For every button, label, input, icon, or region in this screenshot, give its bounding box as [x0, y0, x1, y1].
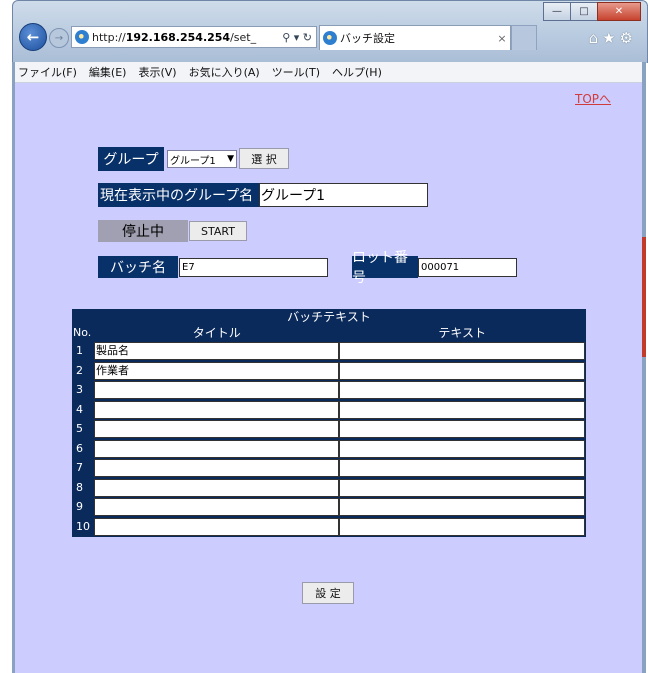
- batch-name-label: バッチ名: [98, 256, 178, 278]
- text-input[interactable]: [339, 381, 585, 399]
- row-number: 7: [76, 461, 83, 474]
- forward-button[interactable]: →: [49, 28, 69, 48]
- row-number: 2: [76, 363, 83, 377]
- lot-number-input[interactable]: 000071: [418, 258, 517, 277]
- row-number: 3: [76, 383, 83, 396]
- header-text: テキスト: [438, 326, 487, 340]
- menu-file[interactable]: ファイル(F): [12, 64, 83, 80]
- address-tools-icons[interactable]: ⚲ ▾ ↻: [282, 31, 316, 44]
- title-input[interactable]: 製品名: [93, 342, 340, 360]
- header-no: No.: [73, 326, 92, 339]
- table-row: 6: [73, 439, 585, 459]
- header-title: タイトル: [192, 326, 241, 340]
- window-controls: — □ ✕: [543, 2, 641, 21]
- group-select[interactable]: グループ1 ▼: [167, 150, 237, 168]
- table-row: 7: [73, 458, 585, 478]
- table-header: No. タイトル テキスト: [73, 325, 585, 341]
- browser-window: — □ ✕ ← → http://192.168.254.254/set_ ⚲ …: [0, 0, 648, 673]
- title-input[interactable]: [93, 420, 340, 438]
- text-input[interactable]: [339, 400, 585, 419]
- title-input[interactable]: [93, 478, 340, 497]
- row-number: 1: [76, 344, 83, 357]
- text-input[interactable]: [339, 517, 585, 536]
- row-number: 4: [76, 402, 83, 416]
- lot-number-label: ロット番号: [352, 250, 418, 286]
- set-button[interactable]: 設 定: [302, 582, 354, 604]
- new-tab-button[interactable]: [511, 25, 537, 50]
- table-row: 10: [73, 517, 585, 537]
- menu-edit[interactable]: 編集(E): [83, 64, 133, 80]
- table-row: 9: [73, 497, 585, 517]
- row-number: 6: [76, 441, 83, 455]
- select-button[interactable]: 選 択: [239, 148, 289, 169]
- table-row: 5: [73, 419, 585, 439]
- tab-ie-icon: [323, 31, 337, 45]
- text-input[interactable]: [339, 361, 585, 380]
- table-row: 8: [73, 478, 585, 498]
- maximize-button[interactable]: □: [570, 2, 598, 21]
- address-bar[interactable]: http://192.168.254.254/set_ ⚲ ▾ ↻: [71, 26, 317, 48]
- title-input[interactable]: [93, 381, 340, 399]
- text-input[interactable]: [339, 498, 585, 516]
- row-number: 9: [76, 500, 83, 513]
- minimize-button[interactable]: —: [543, 2, 571, 21]
- menu-bar: ファイル(F) 編集(E) 表示(V) お気に入り(A) ツール(T) ヘルプ(…: [12, 62, 646, 83]
- table-caption: バッチテキスト: [287, 310, 371, 324]
- back-button[interactable]: ←: [19, 23, 47, 51]
- batch-name-input[interactable]: E7: [179, 258, 328, 277]
- current-group-label: 現在表示中のグループ名: [98, 183, 260, 207]
- table-row: 3: [73, 380, 585, 400]
- table-row: 1 製品名: [73, 341, 585, 361]
- top-link[interactable]: TOPへ: [575, 90, 611, 107]
- menu-favorites[interactable]: お気に入り(A): [183, 64, 266, 80]
- text-input[interactable]: [339, 459, 585, 477]
- status-badge: 停止中: [98, 220, 188, 242]
- title-input[interactable]: [93, 459, 340, 477]
- text-input[interactable]: [339, 439, 585, 458]
- title-input[interactable]: [93, 498, 340, 516]
- group-label: グループ: [98, 147, 164, 171]
- table-row: 2 作業者: [73, 361, 585, 381]
- row-number: 5: [76, 422, 83, 435]
- window-right-edge: [642, 62, 646, 673]
- tab-close-icon[interactable]: ×: [494, 32, 510, 45]
- title-input[interactable]: [93, 439, 340, 458]
- table-row: 4: [73, 400, 585, 420]
- tab-title: バッチ設定: [340, 32, 395, 45]
- table-body: 1 製品名 2 作業者 3 4 5 6 7 8 9 10: [73, 341, 585, 536]
- menu-view[interactable]: 表示(V): [132, 64, 182, 80]
- current-group-value: グループ1: [259, 183, 428, 207]
- group-select-value: グループ1: [170, 155, 216, 167]
- chevron-down-icon: ▼: [227, 154, 234, 164]
- tab-batch-settings[interactable]: バッチ設定 ×: [319, 25, 511, 50]
- close-button[interactable]: ✕: [597, 2, 641, 21]
- edge-accent: [642, 237, 646, 357]
- start-button[interactable]: START: [189, 221, 247, 241]
- batch-text-table: バッチテキスト No. タイトル テキスト 1 製品名 2 作業者 3 4 5 6 7 8 9 10: [72, 309, 586, 537]
- title-input[interactable]: [93, 400, 340, 419]
- text-input[interactable]: [339, 420, 585, 438]
- address-url[interactable]: http://192.168.254.254/set_: [92, 31, 262, 44]
- menu-tools[interactable]: ツール(T): [266, 64, 326, 80]
- title-bar: — □ ✕ ← → http://192.168.254.254/set_ ⚲ …: [12, 0, 648, 63]
- row-number: 8: [76, 480, 83, 494]
- menu-help[interactable]: ヘルプ(H): [326, 64, 388, 80]
- title-input[interactable]: 作業者: [93, 361, 340, 380]
- text-input[interactable]: [339, 342, 585, 360]
- ie-icon: [75, 30, 89, 44]
- text-input[interactable]: [339, 478, 585, 497]
- row-number: 10: [76, 519, 90, 533]
- toolbar-icons[interactable]: ⌂★⚙: [589, 29, 637, 47]
- title-input[interactable]: [93, 517, 340, 536]
